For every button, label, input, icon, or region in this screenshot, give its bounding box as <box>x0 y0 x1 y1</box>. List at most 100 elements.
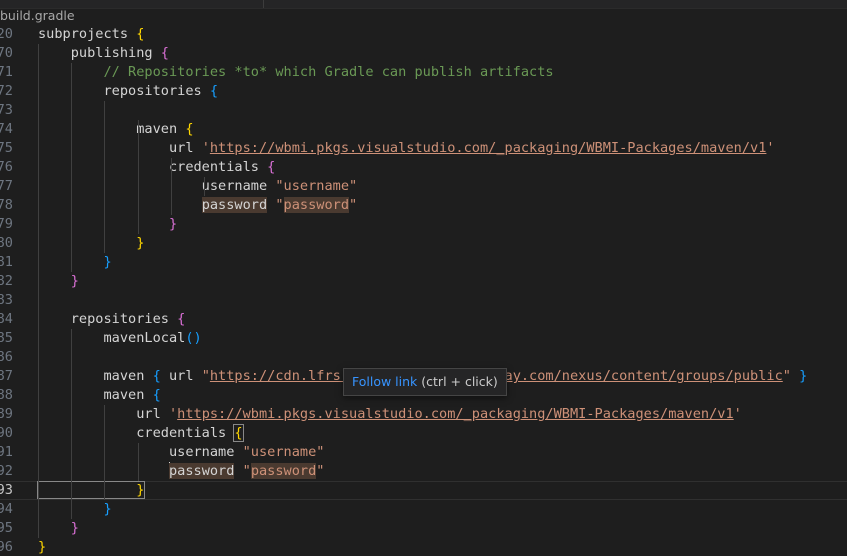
code-token: username <box>38 444 243 460</box>
line-number: 92 <box>0 463 13 479</box>
code-token: "username" <box>275 178 358 194</box>
code-token: url <box>160 368 202 384</box>
code-line[interactable]: 71 // Repositories *to* which Gradle can… <box>0 63 847 82</box>
code-token: mavenLocal <box>38 330 186 346</box>
code-line[interactable]: 94 } <box>0 500 847 519</box>
code-token: } <box>799 368 808 384</box>
indent-guide <box>170 158 172 215</box>
code-token: ' <box>766 140 775 156</box>
code-token: { <box>233 424 244 442</box>
code-line[interactable]: 90 credentials { <box>0 424 847 443</box>
code-text: subprojects { <box>38 25 144 44</box>
url-link[interactable]: https://wbmi.pkgs.visualstudio.com/_pack… <box>177 406 734 422</box>
code-text: maven { <box>38 386 161 405</box>
line-number: 20 <box>0 26 13 42</box>
code-token: } <box>38 216 178 232</box>
code-line[interactable]: 92 password "password" <box>0 462 847 481</box>
follow-link-hint: (ctrl + click) <box>421 374 498 389</box>
code-line[interactable]: 96} <box>0 538 847 556</box>
code-token: " <box>275 197 284 213</box>
code-line[interactable]: 83 <box>0 291 847 310</box>
code-line[interactable]: 84 repositories { <box>0 310 847 329</box>
code-line[interactable]: 81 } <box>0 253 847 272</box>
code-text: credentials { <box>38 158 275 177</box>
indent-guide <box>71 63 73 272</box>
code-line[interactable]: 20 subprojects { <box>0 25 847 44</box>
code-line[interactable]: 75 url 'https://wbmi.pkgs.visualstudio.c… <box>0 139 847 158</box>
code-line[interactable]: 89 url 'https://wbmi.pkgs.visualstudio.c… <box>0 405 847 424</box>
line-number: 91 <box>0 444 13 460</box>
code-token: } <box>38 235 145 251</box>
code-token: url <box>38 140 202 156</box>
code-token: } <box>38 273 79 289</box>
indent-guide <box>71 329 73 519</box>
code-token: { <box>267 159 276 175</box>
line-number: 71 <box>0 64 13 80</box>
code-text: url 'https://wbmi.pkgs.visualstudio.com/… <box>38 405 742 424</box>
code-line[interactable]: 79 } <box>0 215 847 234</box>
line-number: 87 <box>0 368 13 384</box>
code-line[interactable]: 77 username "username" <box>0 177 847 196</box>
code-line[interactable]: 82 } <box>0 272 847 291</box>
code-text: username "username" <box>38 443 325 462</box>
code-token: } <box>38 254 112 270</box>
code-editor[interactable]: 20 subprojects {70 publishing {71 // Repo… <box>0 25 847 556</box>
code-token: // Repositories *to* which Gradle can pu… <box>38 64 554 80</box>
code-token: () <box>185 330 202 346</box>
line-number: 76 <box>0 159 13 175</box>
code-line[interactable]: 91 username "username" <box>0 443 847 462</box>
code-text: repositories { <box>38 82 218 101</box>
code-line[interactable]: 80 } <box>0 234 847 253</box>
code-token: { <box>160 45 169 61</box>
indent-guide <box>104 101 106 253</box>
code-token: password <box>168 463 235 479</box>
code-line[interactable]: 70 publishing { <box>0 44 847 63</box>
line-number: 89 <box>0 406 13 422</box>
code-line[interactable]: 76 credentials { <box>0 158 847 177</box>
breadcrumb[interactable]: build.gradle <box>0 6 75 25</box>
code-text: username "username" <box>38 177 358 196</box>
code-line[interactable]: 93 } <box>0 481 847 500</box>
code-text: } <box>38 500 112 519</box>
code-text: } <box>38 215 177 234</box>
url-link[interactable]: https://wbmi.pkgs.visualstudio.com/_pack… <box>210 140 767 156</box>
code-token: password <box>283 197 350 213</box>
tab-bar <box>0 0 847 9</box>
code-token: maven <box>38 368 153 384</box>
code-text: } <box>38 272 79 291</box>
line-number: 96 <box>0 539 13 555</box>
code-line[interactable]: 85 mavenLocal() <box>0 329 847 348</box>
code-token: { <box>209 83 219 99</box>
follow-link[interactable]: Follow link <box>352 374 417 389</box>
code-text: password "password" <box>38 462 324 481</box>
line-number: 82 <box>0 273 13 289</box>
line-number: 84 <box>0 311 13 327</box>
code-text: } <box>38 253 112 272</box>
code-token: ' <box>201 140 210 156</box>
code-token: maven <box>38 121 186 137</box>
code-line[interactable]: 95 } <box>0 519 847 538</box>
code-token: password <box>201 197 268 213</box>
line-number: 90 <box>0 425 13 441</box>
line-number: 95 <box>0 520 13 536</box>
indent-guide <box>104 405 106 500</box>
code-line[interactable]: 78 password "password" <box>0 196 847 215</box>
code-line[interactable]: 72 repositories { <box>0 82 847 101</box>
code-line[interactable]: 73 <box>0 101 847 120</box>
breadcrumb-file[interactable]: build.gradle <box>0 8 75 23</box>
line-number: 75 <box>0 140 13 156</box>
code-text: repositories { <box>38 310 186 329</box>
code-token: credentials <box>38 425 235 441</box>
code-text: credentials { <box>38 424 244 443</box>
code-token: publishing <box>38 45 161 61</box>
code-token: } <box>38 501 112 517</box>
code-line[interactable]: 74 maven { <box>0 120 847 139</box>
link-hover-tooltip: Follow link (ctrl + click) <box>343 368 507 396</box>
code-token: { <box>152 387 161 403</box>
code-line[interactable]: 86 <box>0 348 847 367</box>
code-token: " <box>242 463 251 479</box>
indent-guide <box>137 120 139 234</box>
code-token: subprojects <box>38 26 137 42</box>
code-token: { <box>177 311 186 327</box>
